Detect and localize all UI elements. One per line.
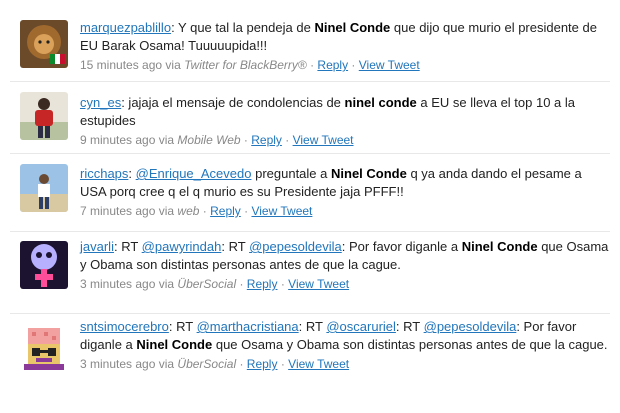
mention-link[interactable]: @pepesoldevila <box>424 319 517 334</box>
tweet-meta: 7 minutes ago via web · Reply · View Twe… <box>80 204 313 218</box>
tweet-item: javarli: RT @pawyrindah: RT @pepesoldevi… <box>0 232 620 314</box>
tweet-text-segment: : jajaja el mensaje de condolencias de <box>121 95 345 110</box>
reply-link[interactable]: Reply <box>247 357 278 371</box>
via-label: via <box>158 277 175 291</box>
timestamp: 3 minutes ago <box>80 277 156 291</box>
highlighted-term: Ninel Conde <box>331 166 407 181</box>
tweet-text: marquezpablillo: Y que tal la pendeja de… <box>80 19 610 55</box>
tweet-text-segment: : RT <box>168 319 197 334</box>
tweet-item: ricchaps: @Enrique_Acevedo preguntale a … <box>0 154 620 232</box>
view-tweet-link[interactable]: View Tweet <box>251 204 312 218</box>
tweet-meta: 3 minutes ago via ÜberSocial · Reply · V… <box>80 357 350 371</box>
highlighted-term: Ninel Conde <box>136 337 213 352</box>
person-red-shirt-avatar-icon[interactable] <box>20 92 68 140</box>
tweet-source: Mobile Web <box>177 133 241 147</box>
mention-link[interactable]: @pawyrindah <box>142 239 222 254</box>
tweet-item: sntsimocerebro: RT @marthacristiana: RT … <box>0 314 620 413</box>
tweet-item: cyn_es: jajaja el mensaje de condolencia… <box>0 82 620 154</box>
tweet-source: web <box>177 204 200 218</box>
highlighted-term: Ninel Conde <box>461 239 538 254</box>
reply-link[interactable]: Reply <box>210 204 241 218</box>
tweet-text-segment: que Osama y Obama son distintas personas… <box>212 337 608 352</box>
username-link[interactable]: sntsimocerebro <box>80 319 169 334</box>
lion-avatar-icon[interactable] <box>20 20 68 68</box>
tweet-text-segment: : <box>128 166 136 181</box>
tweet-text: cyn_es: jajaja el mensaje de condolencia… <box>80 94 610 130</box>
tweet-text-segment: : Y que tal la pendeja de <box>171 20 315 35</box>
timestamp: 3 minutes ago <box>80 357 156 371</box>
view-tweet-link[interactable]: View Tweet <box>359 58 420 72</box>
tweet-text-segment: : Por favor diganle a <box>341 239 462 254</box>
tweet-text: ricchaps: @Enrique_Acevedo preguntale a … <box>80 165 610 201</box>
tweet-text-segment: : RT <box>221 239 250 254</box>
view-tweet-link[interactable]: View Tweet <box>293 133 354 147</box>
tweet-source: Twitter for BlackBerry® <box>184 58 307 72</box>
mention-link[interactable]: @pepesoldevila <box>249 239 342 254</box>
tweet-text: javarli: RT @pawyrindah: RT @pepesoldevi… <box>80 238 610 274</box>
username-link[interactable]: marquezpablillo <box>80 20 171 35</box>
tweet-text-segment: : RT <box>395 319 424 334</box>
mention-link[interactable]: @Enrique_Acevedo <box>136 166 252 181</box>
view-tweet-link[interactable]: View Tweet <box>288 357 349 371</box>
via-label: via <box>158 133 175 147</box>
highlighted-term: ninel conde <box>344 95 417 110</box>
tweet-meta: 9 minutes ago via Mobile Web · Reply · V… <box>80 133 354 147</box>
reply-link[interactable]: Reply <box>317 58 348 72</box>
via-label: via <box>165 58 181 72</box>
timestamp: 7 minutes ago <box>80 204 156 218</box>
tweet-source: ÜberSocial <box>177 277 237 291</box>
mention-link[interactable]: @oscaruriel <box>326 319 396 334</box>
reply-link[interactable]: Reply <box>251 133 282 147</box>
reply-link[interactable]: Reply <box>247 277 278 291</box>
timestamp: 9 minutes ago <box>80 133 156 147</box>
highlighted-term: Ninel Conde <box>314 20 391 35</box>
pixel-brain-avatar-icon[interactable] <box>20 324 68 372</box>
pink-cross-robot-avatar-icon[interactable] <box>20 241 68 289</box>
person-beach-avatar-icon[interactable] <box>20 164 68 212</box>
via-label: via <box>158 204 175 218</box>
tweet-text-segment: : RT <box>298 319 327 334</box>
timestamp: 15 minutes ago <box>80 58 163 72</box>
tweet-source: ÜberSocial <box>177 357 237 371</box>
tweet-text-segment: : RT <box>113 239 142 254</box>
tweet-item: marquezpablillo: Y que tal la pendeja de… <box>0 0 620 82</box>
tweet-text-segment: preguntale a <box>251 166 331 181</box>
via-label: via <box>158 357 175 371</box>
view-tweet-link[interactable]: View Tweet <box>288 277 349 291</box>
username-link[interactable]: ricchaps <box>80 166 128 181</box>
tweet-meta: 15 minutes ago via Twitter for BlackBerr… <box>80 58 420 72</box>
tweet-text: sntsimocerebro: RT @marthacristiana: RT … <box>80 318 610 354</box>
username-link[interactable]: cyn_es <box>80 95 121 110</box>
tweet-meta: 3 minutes ago via ÜberSocial · Reply · V… <box>80 277 350 291</box>
username-link[interactable]: javarli <box>80 239 114 254</box>
mention-link[interactable]: @marthacristiana <box>197 319 299 334</box>
